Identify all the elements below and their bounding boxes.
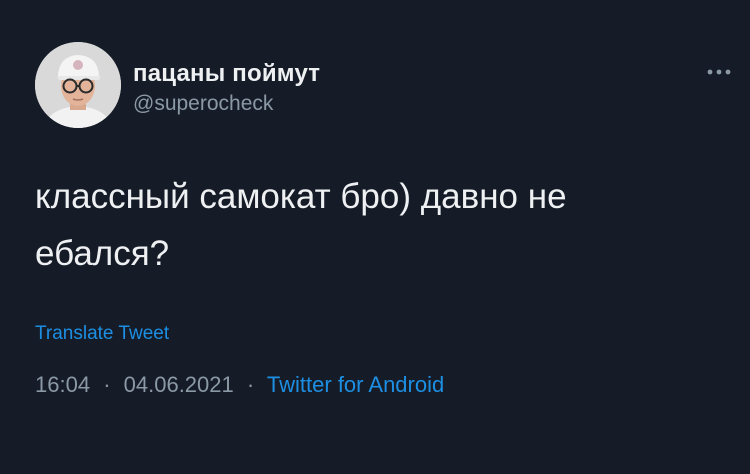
author-handle[interactable]: @superocheck: [133, 92, 273, 116]
avatar-photo-icon: [35, 42, 121, 128]
tweet-card: пацаны поймут @superocheck классный само…: [0, 0, 750, 474]
tweet-date[interactable]: 04.06.2021: [124, 372, 234, 397]
more-options-icon[interactable]: [704, 62, 734, 82]
tweet-source-link[interactable]: Twitter for Android: [267, 372, 444, 397]
tweet-text: классный самокат бро) давно не ебался?: [35, 168, 695, 282]
tweet-meta: 16:04 · 04.06.2021 · Twitter for Android: [35, 372, 444, 398]
tweet-time: 16:04: [35, 372, 91, 397]
meta-separator: ·: [246, 372, 255, 397]
tweet-text-line: классный самокат бро) давно не: [35, 177, 567, 216]
meta-separator: ·: [103, 372, 111, 397]
tweet-text-line: ебался?: [35, 234, 170, 273]
author-display-name[interactable]: пацаны поймут: [133, 60, 320, 88]
author-avatar[interactable]: [35, 42, 121, 128]
translate-tweet-link[interactable]: Translate Tweet: [35, 323, 169, 345]
